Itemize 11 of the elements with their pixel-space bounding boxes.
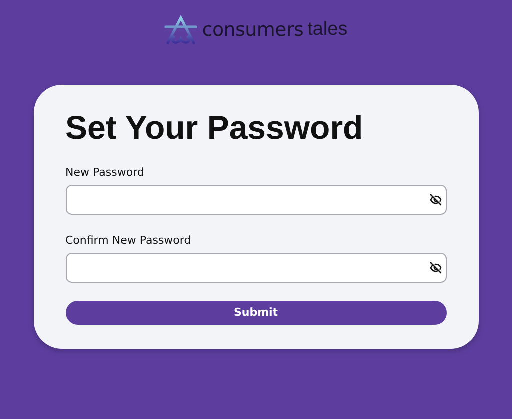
password-field[interactable] bbox=[66, 252, 446, 283]
page-title: Set Your Password bbox=[66, 109, 364, 147]
field-label: New Password bbox=[66, 166, 146, 179]
password-field[interactable] bbox=[66, 185, 446, 215]
brand-name-suffix: tales bbox=[308, 19, 348, 41]
submit-button[interactable]: Submit bbox=[66, 300, 446, 326]
brand-name: consumers bbox=[202, 19, 304, 41]
field-label: Confirm New Password bbox=[66, 234, 192, 247]
logo-icon bbox=[164, 15, 198, 45]
eye-off-icon[interactable] bbox=[430, 194, 442, 206]
eye-off-icon[interactable] bbox=[430, 262, 442, 274]
